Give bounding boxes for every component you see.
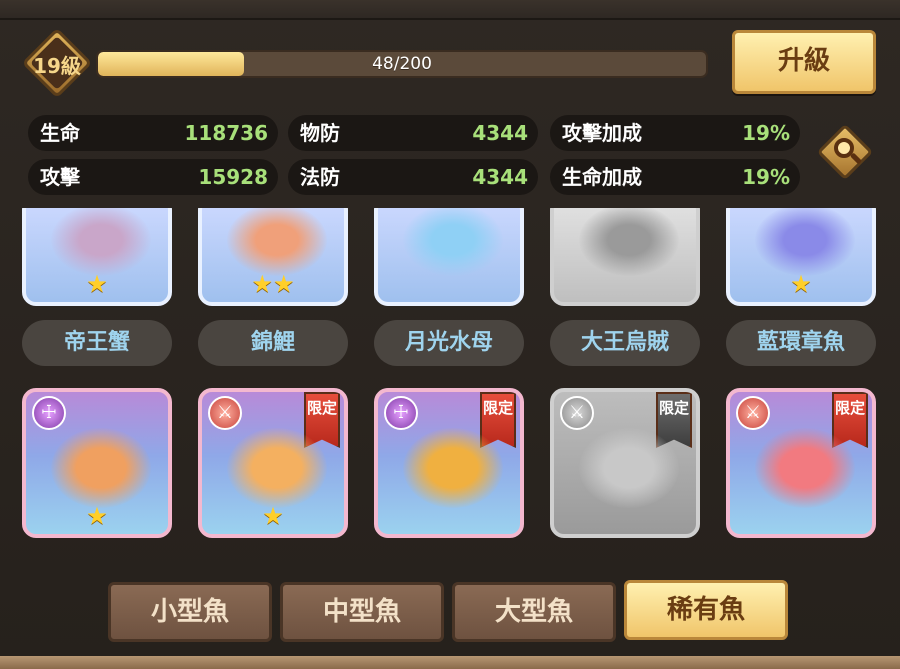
faction-icon: ⚔	[736, 396, 770, 430]
top-frame	[0, 0, 900, 20]
magnify-button[interactable]	[816, 123, 874, 181]
fish-card[interactable]: ★	[726, 208, 876, 306]
fish-portrait	[579, 428, 679, 508]
stat-attack: 攻擊 15928	[28, 159, 278, 195]
fish-card[interactable]: ☩ ★	[22, 388, 172, 538]
stat-physical-defense: 物防 4344	[288, 115, 538, 151]
star-rating: ★	[86, 502, 108, 530]
star-rating: ★	[86, 270, 108, 298]
stat-value: 15928	[198, 165, 268, 189]
stat-label: 攻擊	[40, 165, 80, 189]
bottom-frame	[0, 656, 900, 669]
fish-portrait	[403, 428, 503, 508]
star-rating: ★	[790, 270, 812, 298]
fish-collection-screen: 19級 48/200 升級 生命 118736 物防 4344 攻擊加成 19%…	[0, 0, 900, 669]
upgrade-button[interactable]: 升級	[732, 30, 876, 94]
star-rating: ★	[262, 502, 284, 530]
stat-attack-bonus: 攻擊加成 19%	[550, 115, 800, 151]
fish-card-locked[interactable]: ⚔ 限定	[550, 388, 700, 538]
faction-icon: ☩	[32, 396, 66, 430]
fish-name: 月光水母	[374, 320, 524, 366]
faction-icon: ⚔	[560, 396, 594, 430]
stat-hp-bonus: 生命加成 19%	[550, 159, 800, 195]
stat-value: 19%	[742, 121, 790, 145]
fish-card[interactable]: ★★	[198, 208, 348, 306]
faction-icon: ⚔	[208, 396, 242, 430]
stat-label: 法防	[300, 165, 340, 189]
stat-value: 4344	[472, 121, 528, 145]
fish-grid: ★ ★★ ★ 帝王蟹 錦鯉 月光水母 大王烏賊 藍環章魚 ☩ ★ ⚔ 限定 ★ …	[0, 208, 900, 538]
fish-name: 帝王蟹	[22, 320, 172, 366]
level-label: 19級	[33, 54, 81, 78]
fish-name: 錦鯉	[198, 320, 348, 366]
stat-value: 19%	[742, 165, 790, 189]
star-rating: ★★	[251, 270, 295, 298]
fish-portrait	[227, 428, 327, 508]
fish-portrait	[51, 428, 151, 508]
fish-card[interactable]: ⚔ 限定 ★	[198, 388, 348, 538]
stat-hp: 生命 118736	[28, 115, 278, 151]
fish-card[interactable]: ☩ 限定	[374, 388, 524, 538]
tab-large-fish[interactable]: 大型魚	[452, 582, 616, 642]
fish-portrait	[403, 208, 503, 276]
stat-label: 物防	[300, 121, 340, 145]
fish-card[interactable]: ★	[22, 208, 172, 306]
fish-name: 大王烏賊	[550, 320, 700, 366]
tab-medium-fish[interactable]: 中型魚	[280, 582, 444, 642]
stat-magic-defense: 法防 4344	[288, 159, 538, 195]
fish-portrait	[51, 208, 151, 276]
stat-value: 118736	[184, 121, 269, 145]
level-badge: 19級	[20, 27, 93, 99]
fish-name: 藍環章魚	[726, 320, 876, 366]
stat-value: 4344	[472, 165, 528, 189]
fish-portrait	[755, 208, 855, 276]
stat-label: 生命加成	[562, 165, 642, 189]
stat-label: 生命	[40, 121, 80, 145]
xp-progress-bar: 48/200	[96, 50, 708, 78]
fish-card[interactable]: ⚔ 限定	[726, 388, 876, 538]
fish-portrait	[755, 428, 855, 508]
category-tabs: 小型魚 中型魚 大型魚 稀有魚	[108, 580, 798, 642]
fish-portrait	[227, 208, 327, 276]
fish-card[interactable]	[374, 208, 524, 306]
fish-card-locked[interactable]	[550, 208, 700, 306]
faction-icon: ☩	[384, 396, 418, 430]
stat-label: 攻擊加成	[562, 121, 642, 145]
tab-small-fish[interactable]: 小型魚	[108, 582, 272, 642]
tab-rare-fish[interactable]: 稀有魚	[624, 580, 788, 640]
fish-portrait	[579, 208, 679, 276]
xp-progress-text: 48/200	[372, 54, 432, 74]
